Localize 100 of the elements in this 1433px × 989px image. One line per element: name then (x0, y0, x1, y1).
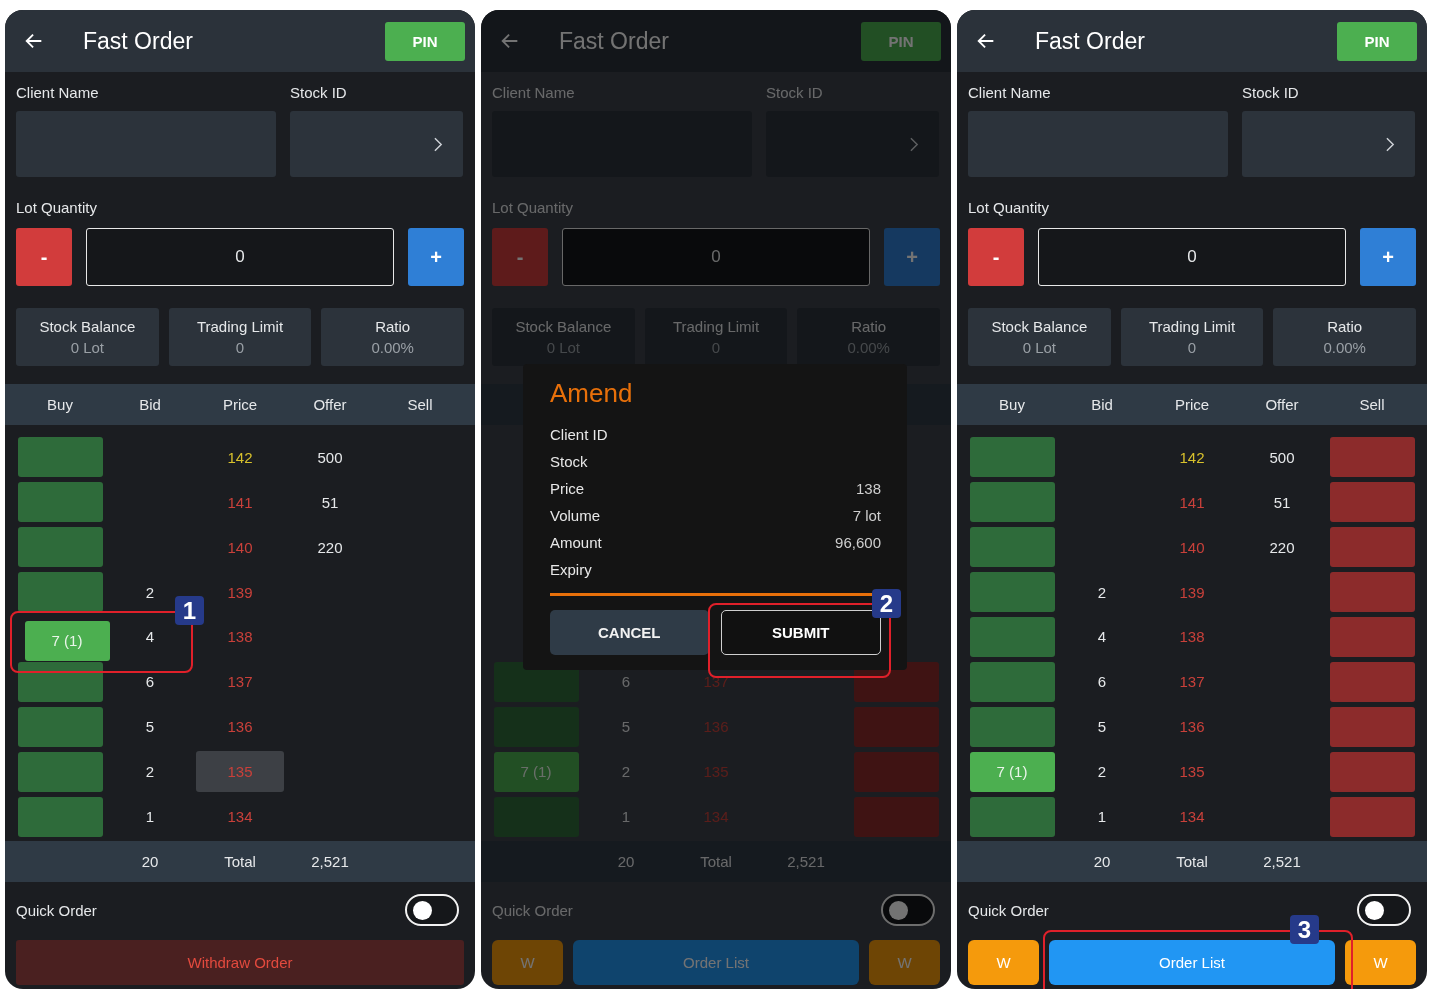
price-level[interactable]: 138 (1179, 628, 1205, 646)
price-level[interactable]: 136 (227, 718, 253, 736)
withdraw-order-button[interactable]: Withdraw Order (16, 940, 464, 985)
w-button[interactable]: W (1345, 940, 1416, 985)
buy-bar[interactable] (969, 572, 1055, 613)
price-level[interactable]: 135 (1179, 763, 1205, 781)
sell-bar[interactable] (1329, 527, 1415, 568)
offer-volume: 220 (1269, 538, 1295, 556)
client-name-field[interactable] (968, 111, 1228, 177)
pin-button[interactable]: PIN (385, 21, 465, 61)
price-level[interactable]: 134 (1179, 808, 1205, 826)
sell-bar[interactable] (1329, 796, 1415, 837)
increase-button[interactable]: + (884, 228, 940, 286)
sell-bar[interactable] (1329, 482, 1415, 523)
offer-volume: 51 (1273, 493, 1291, 511)
column-header: Buy (998, 396, 1026, 413)
buy-bar[interactable] (17, 661, 103, 702)
buy-bar[interactable] (969, 437, 1055, 478)
total-offer: 2,521 (1263, 853, 1301, 870)
stock-id-field[interactable] (1242, 111, 1415, 177)
sell-bar[interactable] (1329, 706, 1415, 747)
price-level[interactable]: 142 (227, 448, 253, 466)
detail-label: Stock (550, 453, 588, 470)
price-level[interactable]: 137 (227, 673, 253, 691)
order-list-button[interactable]: Order List (1049, 940, 1335, 985)
increase-button[interactable]: + (1360, 228, 1416, 286)
price-level[interactable]: 141 (227, 493, 253, 511)
buy-bar[interactable] (969, 661, 1055, 702)
submit-button[interactable]: SUBMIT (720, 610, 881, 655)
sell-bar[interactable] (1329, 572, 1415, 613)
pin-button[interactable]: PIN (1337, 21, 1417, 61)
buy-order-chip[interactable]: 7 (1) (493, 751, 579, 792)
stock-id-field[interactable] (290, 111, 463, 177)
column-header: Price (221, 396, 259, 413)
w-button[interactable]: W (968, 940, 1039, 985)
step-number-badge: 2 (872, 589, 901, 618)
price-level[interactable]: 139 (227, 583, 253, 601)
price-level[interactable]: 141 (1179, 493, 1205, 511)
buy-bar[interactable] (17, 751, 103, 792)
decrease-button[interactable]: - (968, 228, 1024, 286)
stock-id-field[interactable] (766, 111, 939, 177)
detail-label: Amount (550, 534, 602, 551)
buy-bar[interactable] (969, 796, 1055, 837)
quick-order-label: Quick Order (492, 901, 573, 919)
column-header: Sell (406, 396, 434, 413)
detail-value: 7 lot (852, 507, 881, 524)
quick-order-toggle[interactable] (405, 894, 459, 926)
bid-volume: 2 (621, 763, 631, 780)
increase-button[interactable]: + (408, 228, 464, 286)
w-button[interactable]: W (869, 940, 940, 985)
column-header: Bid (1090, 396, 1114, 413)
bid-volume: 6 (1097, 673, 1107, 691)
order-list-button[interactable]: Order List (573, 940, 859, 985)
w-button[interactable]: W (492, 940, 563, 985)
price-level[interactable]: 134 (227, 808, 253, 826)
decrease-button[interactable]: - (492, 228, 548, 286)
chevron-right-icon (1386, 136, 1395, 152)
bid-volume: 2 (145, 583, 155, 601)
buy-bar[interactable] (17, 706, 103, 747)
price-level[interactable]: 140 (227, 538, 253, 556)
quantity-field[interactable]: 0 (86, 228, 394, 286)
bid-volume: 6 (621, 673, 631, 690)
stat-label: Ratio (1327, 318, 1363, 335)
offer-volume: 220 (317, 538, 343, 556)
quick-order-toggle[interactable] (1357, 894, 1411, 926)
price-level[interactable]: 142 (1179, 448, 1205, 466)
offer-volume: 500 (317, 448, 343, 466)
buy-bar[interactable] (17, 437, 103, 478)
quantity-field[interactable]: 0 (562, 228, 870, 286)
price-level[interactable]: 136 (1179, 718, 1205, 736)
chevron-right-icon (434, 136, 443, 152)
price-level[interactable]: 138 (227, 628, 253, 646)
bid-volume: 1 (1097, 808, 1107, 826)
price-level[interactable]: 139 (1179, 583, 1205, 601)
buy-bar[interactable] (969, 527, 1055, 568)
pin-button[interactable]: PIN (861, 21, 941, 61)
column-header: Price (1173, 396, 1211, 413)
quick-order-toggle[interactable] (881, 894, 935, 926)
sell-bar[interactable] (1329, 661, 1415, 702)
client-name-field[interactable] (16, 111, 276, 177)
total-bid: 20 (141, 853, 159, 870)
screen-title: Fast Order (83, 27, 194, 55)
buy-order-chip[interactable]: 7 (1) (24, 621, 110, 661)
offer-volume: 51 (321, 493, 339, 511)
quantity-field[interactable]: 0 (1038, 228, 1346, 286)
price-level[interactable]: 137 (1179, 673, 1205, 691)
cancel-button[interactable]: CANCEL (550, 610, 709, 655)
sell-bar[interactable] (1329, 437, 1415, 478)
price-level[interactable]: 135 (227, 763, 253, 781)
sell-bar[interactable] (1329, 751, 1415, 792)
buy-bar[interactable] (17, 527, 103, 568)
stat-label: Stock Balance (991, 318, 1088, 335)
buy-order-chip[interactable]: 7 (1) (969, 751, 1055, 792)
buy-bar[interactable] (969, 706, 1055, 747)
price-level[interactable]: 140 (1179, 538, 1205, 556)
selected-price-highlight[interactable]: 135 (196, 751, 284, 793)
decrease-button[interactable]: - (16, 228, 72, 286)
buy-bar[interactable] (969, 482, 1055, 523)
buy-bar[interactable] (17, 482, 103, 523)
buy-bar[interactable] (17, 796, 103, 837)
